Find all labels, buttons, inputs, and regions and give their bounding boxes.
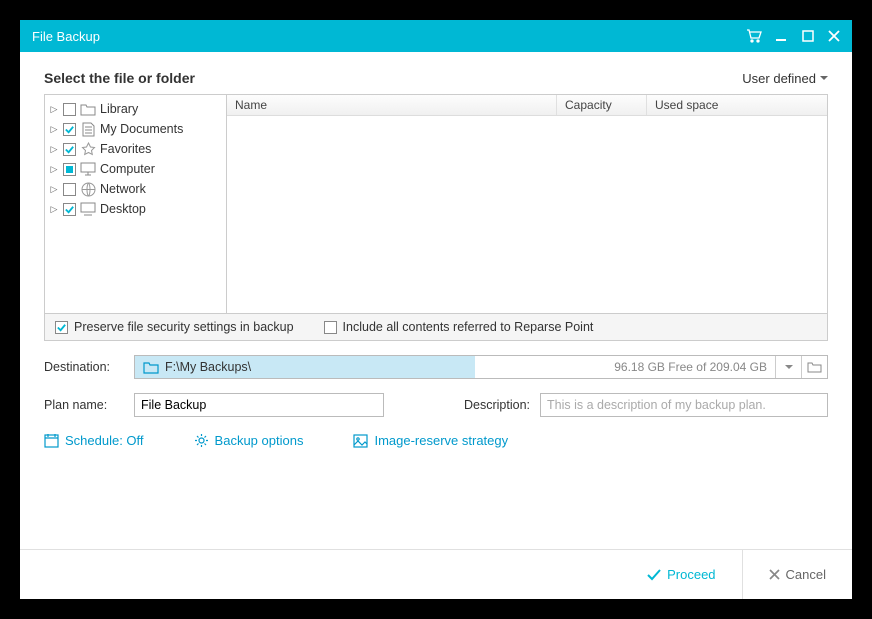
titlebar-controls xyxy=(746,29,840,43)
image-reserve-link[interactable]: Image-reserve strategy xyxy=(353,433,508,448)
footer: Proceed Cancel xyxy=(20,549,852,599)
close-icon[interactable] xyxy=(828,30,840,42)
scope-dropdown[interactable]: User defined xyxy=(742,71,828,86)
cart-icon[interactable] xyxy=(746,29,762,43)
tree-label: Computer xyxy=(100,162,155,176)
tree-label: Favorites xyxy=(100,142,151,156)
proceed-button[interactable]: Proceed xyxy=(621,550,741,599)
description-label: Description: xyxy=(464,398,530,412)
star-icon xyxy=(80,141,96,157)
preserve-security-checkbox[interactable]: Preserve file security settings in backu… xyxy=(55,320,294,334)
expand-icon[interactable]: ▷ xyxy=(49,104,59,114)
backup-window: File Backup Select the file or folder Us… xyxy=(20,20,852,599)
destination-field: F:\My Backups\ 96.18 GB Free of 209.04 G… xyxy=(134,355,828,379)
backup-options-text: Backup options xyxy=(215,433,304,448)
grid-header: Name Capacity Used space xyxy=(227,95,827,116)
col-name[interactable]: Name xyxy=(227,95,557,115)
expand-icon[interactable]: ▷ xyxy=(49,124,59,134)
cancel-label: Cancel xyxy=(786,567,826,582)
tree-label: Desktop xyxy=(100,202,146,216)
destination-browse-button[interactable] xyxy=(801,356,827,378)
file-grid[interactable]: Name Capacity Used space xyxy=(227,95,827,313)
checkbox-computer[interactable] xyxy=(63,163,76,176)
scope-dropdown-label: User defined xyxy=(742,71,816,86)
col-used[interactable]: Used space xyxy=(647,95,827,115)
expand-icon[interactable]: ▷ xyxy=(49,184,59,194)
grid-body[interactable] xyxy=(227,116,827,313)
image-icon xyxy=(353,434,368,448)
expand-icon[interactable]: ▷ xyxy=(49,144,59,154)
close-icon xyxy=(769,569,780,580)
preserve-security-label: Preserve file security settings in backu… xyxy=(74,320,294,334)
monitor-icon xyxy=(80,161,96,177)
plan-name-label: Plan name: xyxy=(44,398,124,412)
tree-item-desktop[interactable]: ▷ Desktop xyxy=(47,199,224,219)
chevron-down-icon xyxy=(785,365,793,370)
checkbox-library[interactable] xyxy=(63,103,76,116)
checkbox-network[interactable] xyxy=(63,183,76,196)
gear-icon xyxy=(194,433,209,448)
chevron-down-icon xyxy=(820,76,828,81)
destination-path-text: F:\My Backups\ xyxy=(165,360,251,374)
include-reparse-label: Include all contents referred to Reparse… xyxy=(343,320,594,334)
schedule-link[interactable]: Schedule: Off xyxy=(44,433,144,448)
titlebar: File Backup xyxy=(20,20,852,52)
checkbox-desktop[interactable] xyxy=(63,203,76,216)
backup-options-link[interactable]: Backup options xyxy=(194,433,304,448)
col-capacity[interactable]: Capacity xyxy=(557,95,647,115)
destination-dropdown-button[interactable] xyxy=(775,356,801,378)
tree-item-computer[interactable]: ▷ Computer xyxy=(47,159,224,179)
folder-icon xyxy=(80,101,96,117)
plan-name-input[interactable] xyxy=(134,393,384,417)
desktop-icon xyxy=(80,201,96,217)
tree-item-library[interactable]: ▷ Library xyxy=(47,99,224,119)
folder-tree[interactable]: ▷ Library ▷ My Documents ▷ Fav xyxy=(45,95,227,313)
destination-label: Destination: xyxy=(44,360,124,374)
checkbox-documents[interactable] xyxy=(63,123,76,136)
calendar-icon xyxy=(44,433,59,448)
include-reparse-checkbox[interactable]: Include all contents referred to Reparse… xyxy=(324,320,594,334)
schedule-link-text: Schedule: Off xyxy=(65,433,144,448)
tree-item-network[interactable]: ▷ Network xyxy=(47,179,224,199)
tree-item-favorites[interactable]: ▷ Favorites xyxy=(47,139,224,159)
tree-label: Network xyxy=(100,182,146,196)
document-icon xyxy=(80,121,96,137)
window-title: File Backup xyxy=(32,29,746,44)
image-reserve-text: Image-reserve strategy xyxy=(374,433,508,448)
destination-free-space: 96.18 GB Free of 209.04 GB xyxy=(475,356,775,378)
minimize-icon[interactable] xyxy=(776,30,788,42)
check-icon xyxy=(647,569,661,581)
description-input[interactable] xyxy=(540,393,828,417)
cancel-button[interactable]: Cancel xyxy=(742,550,852,599)
proceed-label: Proceed xyxy=(667,567,715,582)
tree-label: Library xyxy=(100,102,138,116)
checkbox-icon xyxy=(324,321,337,334)
checkbox-icon xyxy=(55,321,68,334)
checkbox-favorites[interactable] xyxy=(63,143,76,156)
tree-label: My Documents xyxy=(100,122,183,136)
globe-icon xyxy=(80,181,96,197)
expand-icon[interactable]: ▷ xyxy=(49,204,59,214)
expand-icon[interactable]: ▷ xyxy=(49,164,59,174)
options-bar: Preserve file security settings in backu… xyxy=(44,314,828,341)
folder-icon xyxy=(143,361,159,374)
file-browser: ▷ Library ▷ My Documents ▷ Fav xyxy=(44,94,828,314)
folder-icon xyxy=(807,361,822,373)
destination-path[interactable]: F:\My Backups\ xyxy=(135,356,475,378)
maximize-icon[interactable] xyxy=(802,30,814,42)
page-heading: Select the file or folder xyxy=(44,70,195,86)
tree-item-documents[interactable]: ▷ My Documents xyxy=(47,119,224,139)
